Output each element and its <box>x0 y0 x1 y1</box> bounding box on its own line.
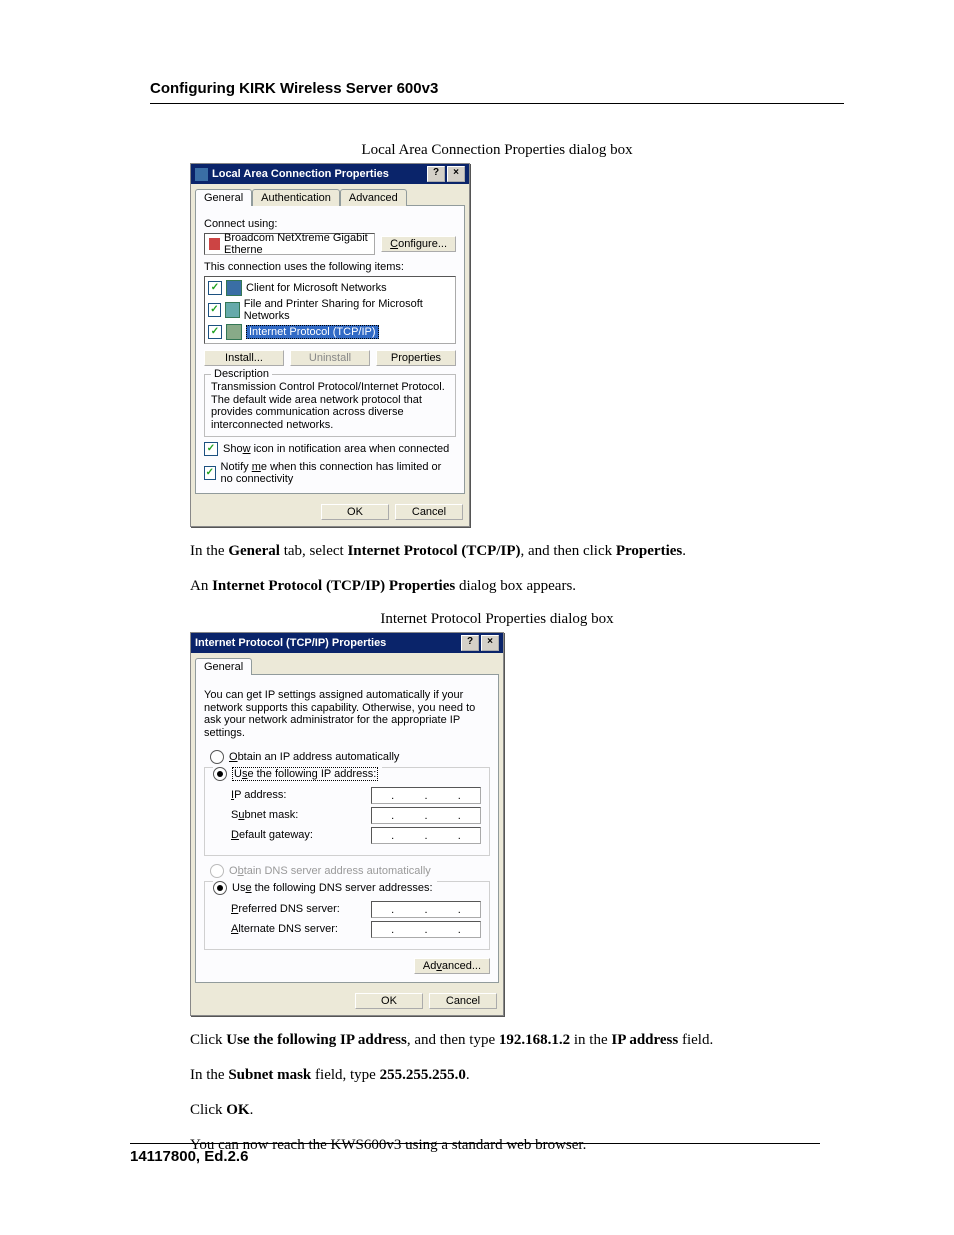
description-legend: Description <box>211 368 272 380</box>
dialog-title: Internet Protocol (TCP/IP) Properties <box>195 637 459 649</box>
properties-button[interactable]: Properties <box>376 350 456 366</box>
radio-icon <box>210 864 224 878</box>
intro-text: You can get IP settings assigned automat… <box>204 689 490 740</box>
tab-general[interactable]: General <box>195 658 252 675</box>
radio-label: Obtain an IP address automatically <box>229 751 399 763</box>
checkbox-icon[interactable]: ✓ <box>204 466 216 480</box>
cancel-button[interactable]: Cancel <box>429 993 497 1009</box>
dns-group: Use the following DNS server addresses: … <box>204 881 490 950</box>
tabpanel-general: Connect using: Broadcom NetXtreme Gigabi… <box>195 205 465 494</box>
lac-properties-dialog: Local Area Connection Properties ? × Gen… <box>190 163 470 527</box>
instruction-paragraph: Click Use the following IP address, and … <box>190 1030 844 1050</box>
network-connection-icon <box>195 168 208 181</box>
notify-label: Notify me when this connection has limit… <box>221 461 456 485</box>
item-label: Client for Microsoft Networks <box>246 282 387 294</box>
tabs: General Authentication Advanced <box>195 188 465 205</box>
uses-items-label: This connection uses the following items… <box>204 261 456 273</box>
ok-button[interactable]: OK <box>321 504 389 520</box>
instruction-paragraph: In the General tab, select Internet Prot… <box>190 541 844 561</box>
tab-general[interactable]: General <box>195 189 252 206</box>
radio-icon[interactable] <box>213 881 227 895</box>
tab-authentication[interactable]: Authentication <box>252 189 340 206</box>
titlebar: Internet Protocol (TCP/IP) Properties ? … <box>191 633 503 653</box>
radio-label: Use the following DNS server addresses: <box>232 882 433 894</box>
radio-icon[interactable] <box>210 750 224 764</box>
show-icon-label: Show icon in notification area when conn… <box>223 443 449 455</box>
list-item-selected[interactable]: ✓ Internet Protocol (TCP/IP) <box>207 323 453 341</box>
radio-icon[interactable] <box>213 767 227 781</box>
section-header: Configuring KIRK Wireless Server 600v3 <box>150 80 844 104</box>
item-label: File and Printer Sharing for Microsoft N… <box>244 298 452 322</box>
instruction-paragraph: Click OK. <box>190 1100 844 1120</box>
file-print-share-icon <box>225 302 240 318</box>
client-icon <box>226 280 242 296</box>
notify-checkbox-row[interactable]: ✓ Notify me when this connection has lim… <box>204 461 456 485</box>
list-item[interactable]: ✓ Client for Microsoft Networks <box>207 279 453 297</box>
checkbox-icon[interactable]: ✓ <box>208 303 221 317</box>
tcpip-properties-dialog: Internet Protocol (TCP/IP) Properties ? … <box>190 632 504 1016</box>
ip-address-input[interactable]: ... <box>371 787 481 804</box>
ok-button[interactable]: OK <box>355 993 423 1009</box>
instruction-paragraph: In the Subnet mask field, type 255.255.2… <box>190 1065 844 1085</box>
tcpip-icon <box>226 324 242 340</box>
default-gateway-input[interactable]: ... <box>371 827 481 844</box>
nic-icon <box>209 238 220 250</box>
ip-group: Use the following IP address: Use the fo… <box>204 767 490 856</box>
use-dns-radio[interactable]: Use the following DNS server addresses: … <box>213 881 437 895</box>
tabs: General <box>195 657 499 674</box>
show-icon-checkbox-row[interactable]: ✓ Show icon in notification area when co… <box>204 442 456 456</box>
instruction-paragraph: An Internet Protocol (TCP/IP) Properties… <box>190 576 844 596</box>
description-group: Description Transmission Control Protoco… <box>204 374 456 437</box>
help-button[interactable]: ? <box>461 635 479 651</box>
help-button[interactable]: ? <box>427 166 445 182</box>
configure-button[interactable]: CConfigure...onfigure... <box>381 236 456 252</box>
obtain-dns-radio: Obtain DNS server address automatically … <box>210 864 490 878</box>
subnet-mask-input[interactable]: ... <box>371 807 481 824</box>
close-button[interactable]: × <box>447 166 465 182</box>
close-button[interactable]: × <box>481 635 499 651</box>
adapter-field[interactable]: Broadcom NetXtreme Gigabit Etherne <box>204 233 375 255</box>
install-button[interactable]: Install... <box>204 350 284 366</box>
description-text: Transmission Control Protocol/Internet P… <box>211 381 449 432</box>
use-ip-radio[interactable]: Use the following IP address: Use the fo… <box>213 767 382 781</box>
ip-address-label: IP address: <box>231 789 371 801</box>
cancel-button[interactable]: Cancel <box>395 504 463 520</box>
document-id-footer: 14117800, Ed.2.6 <box>130 1143 820 1165</box>
item-label: Internet Protocol (TCP/IP) <box>246 325 379 339</box>
checkbox-icon[interactable]: ✓ <box>208 325 222 339</box>
adapter-name: Broadcom NetXtreme Gigabit Etherne <box>224 232 370 256</box>
alternate-dns-label: Alternate DNS server: <box>231 923 371 935</box>
dialog2-caption: Internet Protocol Properties dialog box <box>150 611 844 628</box>
dialog-title: Local Area Connection Properties <box>212 168 425 180</box>
checkbox-icon[interactable]: ✓ <box>208 281 222 295</box>
advanced-button[interactable]: Advanced... <box>414 958 490 974</box>
tab-advanced[interactable]: Advanced <box>340 189 407 206</box>
default-gateway-label: Default gateway: <box>231 829 371 841</box>
radio-label: Use the following IP address: <box>232 767 378 781</box>
items-list[interactable]: ✓ Client for Microsoft Networks ✓ File a… <box>204 276 456 344</box>
connect-using-label: Connect using: <box>204 218 456 230</box>
list-item[interactable]: ✓ File and Printer Sharing for Microsoft… <box>207 297 453 323</box>
subnet-mask-label: Subnet mask: <box>231 809 371 821</box>
uninstall-button: Uninstall <box>290 350 370 366</box>
radio-label: Obtain DNS server address automatically <box>229 865 431 877</box>
preferred-dns-input[interactable]: ... <box>371 901 481 918</box>
titlebar: Local Area Connection Properties ? × <box>191 164 469 184</box>
dialog1-caption: Local Area Connection Properties dialog … <box>150 142 844 159</box>
obtain-ip-radio[interactable]: Obtain an IP address automatically Obtai… <box>210 750 490 764</box>
alternate-dns-input[interactable]: ... <box>371 921 481 938</box>
tabpanel-general: You can get IP settings assigned automat… <box>195 674 499 983</box>
preferred-dns-label: Preferred DNS server: <box>231 903 371 915</box>
checkbox-icon[interactable]: ✓ <box>204 442 218 456</box>
